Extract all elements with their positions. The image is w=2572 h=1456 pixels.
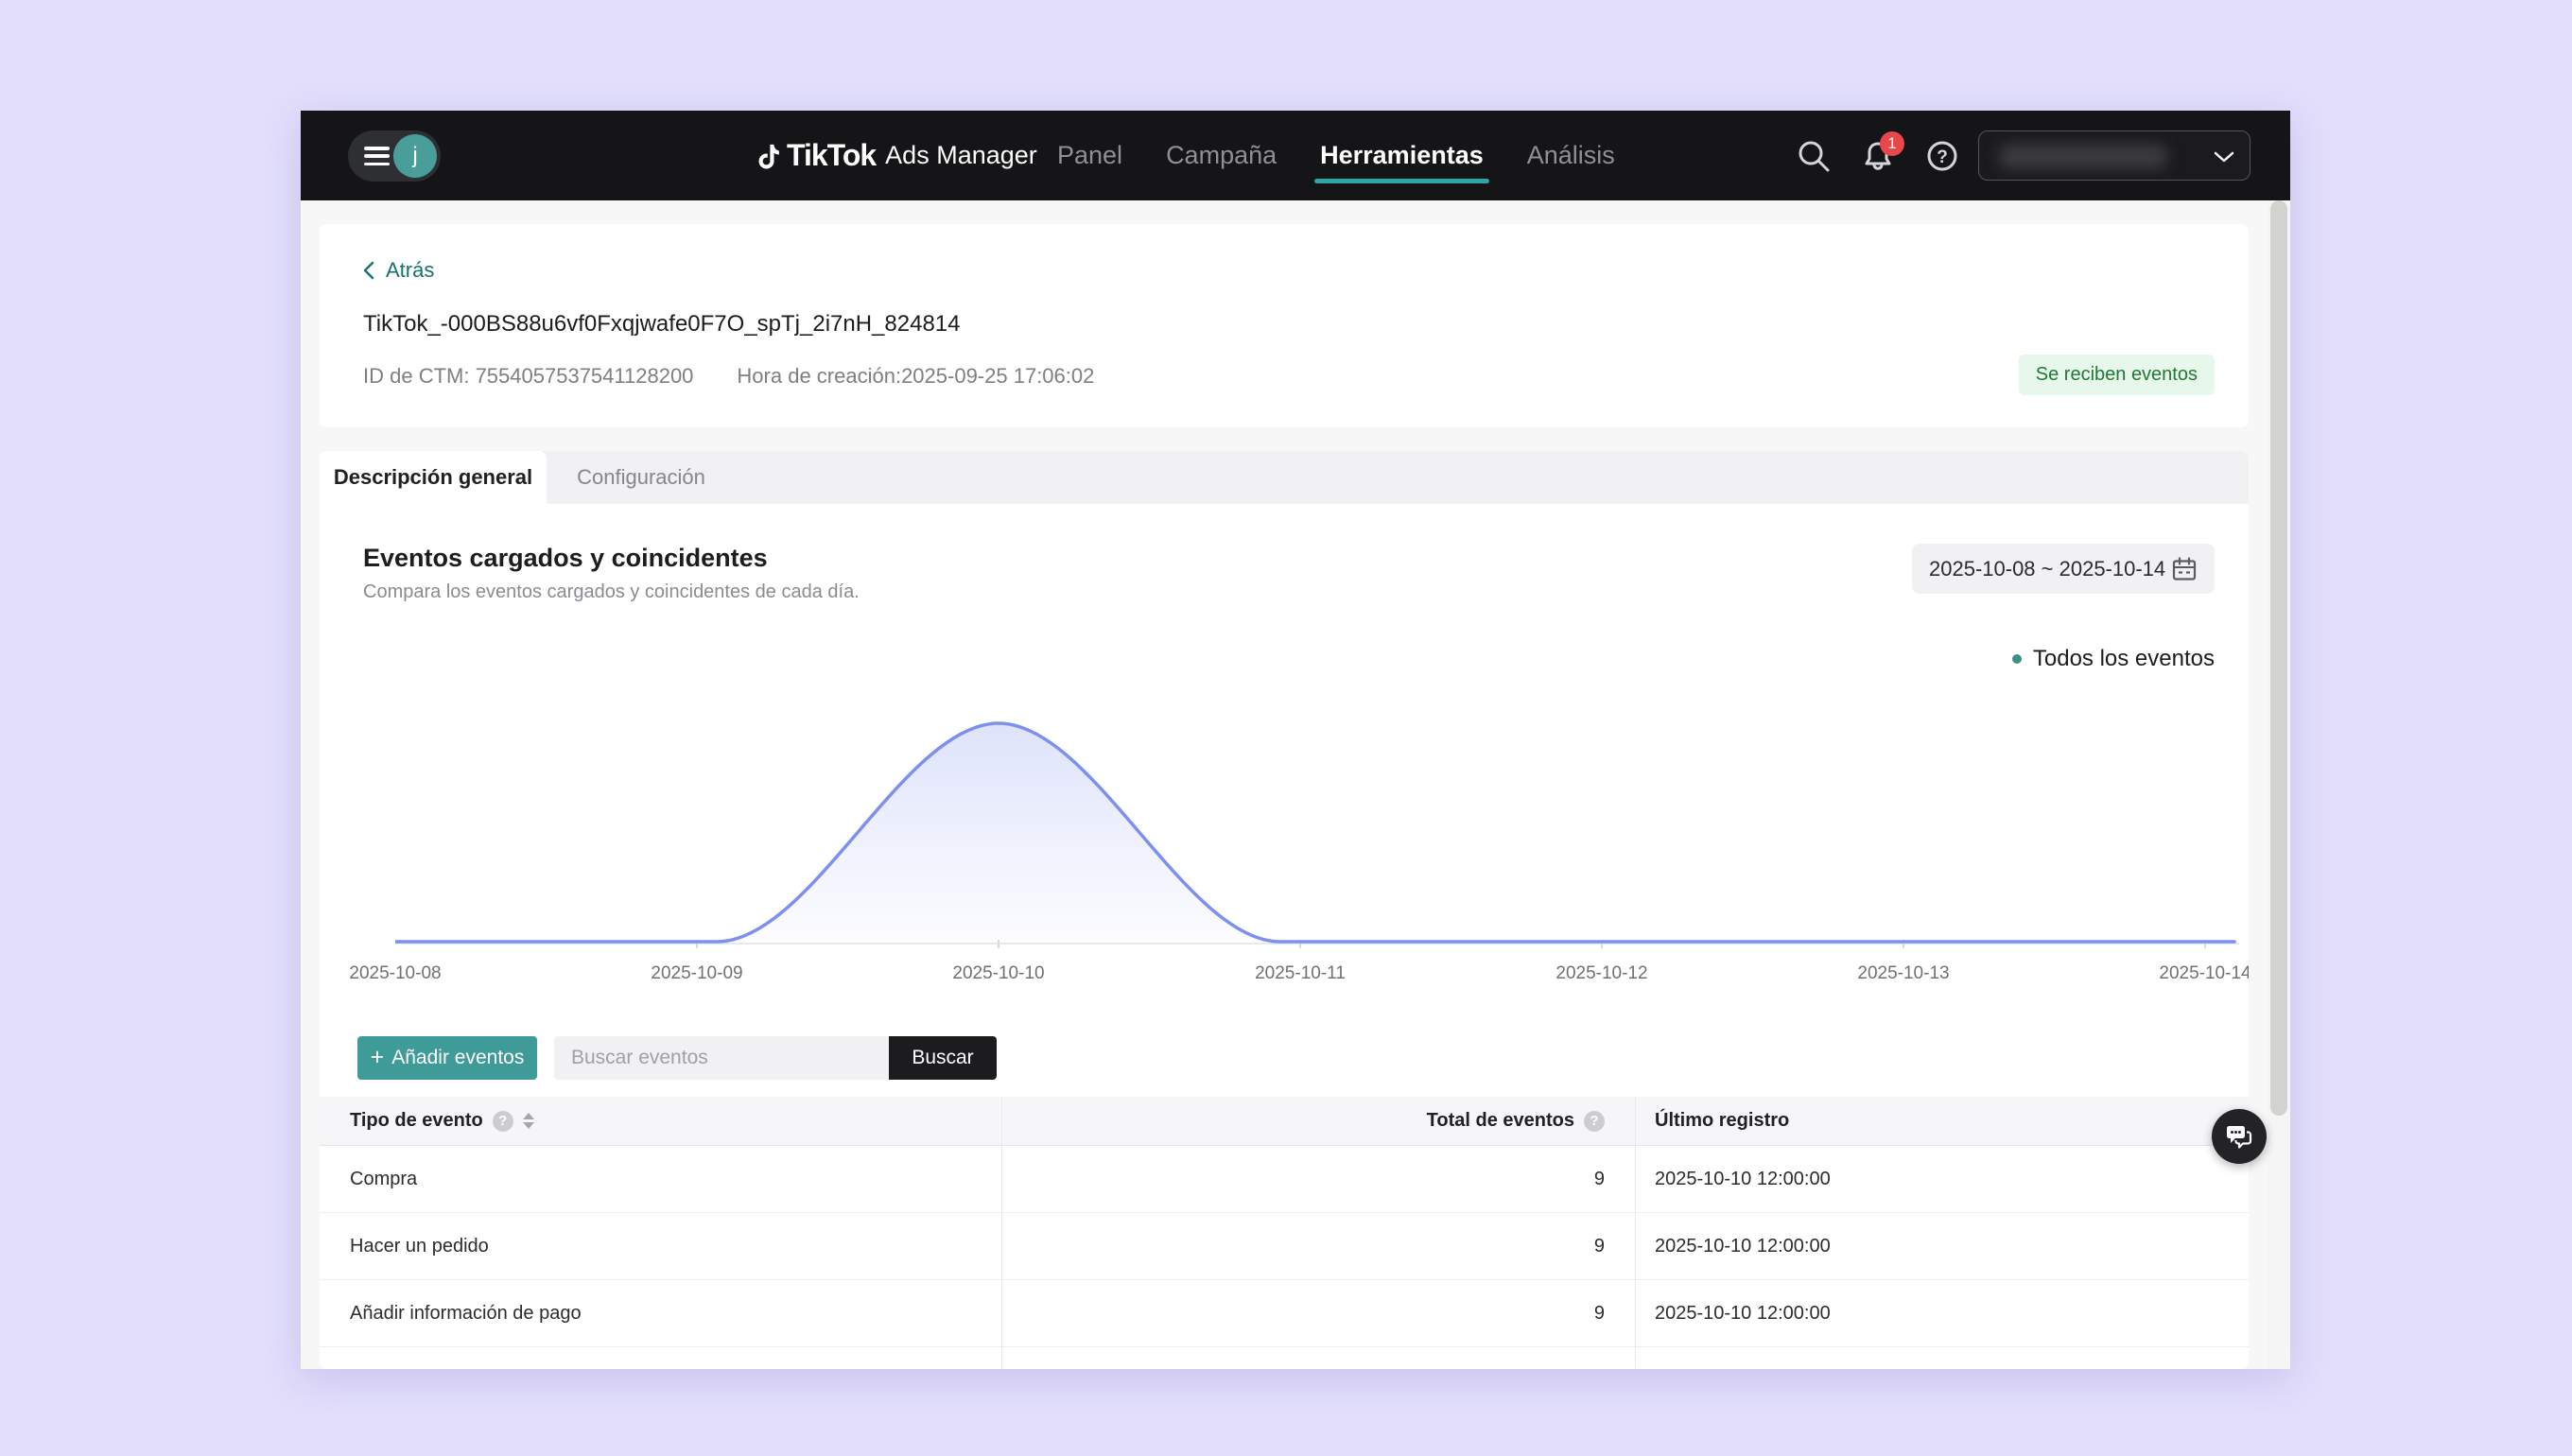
overview-card: Eventos cargados y coincidentes Compara …: [320, 504, 2249, 1369]
event-last-record: 2025-10-10 12:00:00: [1636, 1146, 2249, 1212]
event-total: 9: [1002, 1280, 1636, 1346]
avatar[interactable]: j: [393, 134, 437, 178]
legend-label: Todos los eventos: [2033, 646, 2215, 672]
col-ultimo-registro: Último registro: [1655, 1110, 1789, 1132]
legend-dot: [2012, 654, 2022, 664]
table-header: Tipo de evento ? Total de eventos ? Últi…: [320, 1097, 2249, 1146]
tiktok-ads-manager-logo[interactable]: TikTok Ads Manager: [753, 111, 1037, 200]
event-type: Hacer un pedido: [320, 1213, 1002, 1279]
event-total: 9: [1002, 1213, 1636, 1279]
x-tick-5: 2025-10-13: [1837, 963, 1970, 984]
x-tick-4: 2025-10-12: [1536, 963, 1668, 984]
brand-suffix: Ads Manager: [885, 141, 1037, 170]
main-nav: Panel Campaña Herramientas Análisis: [1057, 111, 1615, 200]
ctm-id: ID de CTM: 7554057537541128200: [363, 364, 693, 389]
hamburger-menu-icon[interactable]: [364, 147, 390, 165]
x-tick-0: 2025-10-08: [329, 963, 461, 984]
chevron-down-icon: [2214, 151, 2234, 163]
events-table: Tipo de evento ? Total de eventos ? Últi…: [320, 1097, 2249, 1369]
chart-legend[interactable]: Todos los eventos: [2012, 646, 2215, 672]
col-total-de-eventos: Total de eventos: [1427, 1110, 1574, 1132]
add-events-button[interactable]: + Añadir eventos: [357, 1036, 537, 1080]
x-tick-1: 2025-10-09: [631, 963, 763, 984]
section-subtitle: Compara los eventos cargados y coinciden…: [363, 581, 860, 603]
support-chat-button[interactable]: [2212, 1109, 2267, 1164]
chevron-left-icon: [363, 261, 374, 280]
event-type: Añadir información de pago: [320, 1280, 1002, 1346]
tab-configuracion[interactable]: Configuración: [547, 451, 736, 504]
help-icon[interactable]: ?: [1584, 1111, 1605, 1132]
calendar-icon: [2171, 556, 2198, 582]
top-navbar: j TikTok Ads Manager Panel Campaña Herra…: [301, 111, 2290, 200]
table-row[interactable]: Añadir información de pago 9 2025-10-10 …: [320, 1280, 2249, 1347]
detail-header-card: Atrás TikTok_-000BS88u6vf0Fxqjwafe0F7O_s…: [320, 224, 2249, 427]
plus-icon: +: [371, 1044, 385, 1071]
search-icon[interactable]: [1797, 139, 1831, 173]
scrollbar-thumb[interactable]: [2270, 200, 2287, 1116]
chat-bubbles-icon: [2224, 1121, 2254, 1152]
events-area-chart: [395, 710, 2249, 956]
nav-analisis[interactable]: Análisis: [1527, 141, 1615, 170]
status-badge: Se reciben eventos: [2019, 355, 2215, 395]
table-row[interactable]: Compra 9 2025-10-10 12:00:00: [320, 1146, 2249, 1213]
date-range-picker[interactable]: 2025-10-08 ~ 2025-10-14: [1912, 544, 2215, 594]
x-tick-3: 2025-10-11: [1234, 963, 1366, 984]
pixel-meta: ID de CTM: 7554057537541128200 Hora de c…: [363, 364, 1094, 389]
vertical-scrollbar[interactable]: [2268, 200, 2290, 1369]
back-link[interactable]: Atrás: [363, 258, 434, 283]
tiktok-note-icon: [753, 139, 783, 173]
x-tick-6: 2025-10-14: [2139, 963, 2249, 984]
series-line: [395, 723, 2234, 942]
event-last-record: 2025-10-10 12:00:00: [1636, 1280, 2249, 1346]
nav-panel[interactable]: Panel: [1057, 141, 1122, 170]
notifications-bell-icon[interactable]: 1: [1861, 139, 1895, 173]
detail-tabs: Descripción general Configuración: [320, 451, 2249, 504]
creation-time: Hora de creación:2025-09-25 17:06:02: [737, 364, 1094, 389]
nav-campana[interactable]: Campaña: [1166, 141, 1277, 170]
event-last-record: 2025-10-10 12:00:00: [1636, 1213, 2249, 1279]
date-range-value: 2025-10-08 ~ 2025-10-14: [1929, 557, 2165, 581]
help-icon[interactable]: ?: [493, 1111, 513, 1132]
brand-name: TikTok: [787, 138, 876, 173]
account-dropdown[interactable]: [1978, 130, 2250, 181]
pixel-title: TikTok_-000BS88u6vf0Fxqjwafe0F7O_spTj_2i…: [363, 311, 961, 338]
x-tick-2: 2025-10-10: [932, 963, 1065, 984]
notification-badge: 1: [1880, 131, 1904, 156]
help-icon[interactable]: ?: [1925, 139, 1959, 173]
sort-icon[interactable]: [523, 1113, 534, 1129]
search-input[interactable]: [554, 1036, 889, 1080]
browser-window: j TikTok Ads Manager Panel Campaña Herra…: [301, 111, 2290, 1369]
section-title: Eventos cargados y coincidentes: [363, 544, 768, 573]
area-fill: [395, 723, 2234, 944]
table-row-partial: [320, 1347, 2249, 1369]
svg-text:?: ?: [1937, 147, 1948, 167]
event-total: 9: [1002, 1146, 1636, 1212]
nav-herramientas[interactable]: Herramientas: [1320, 141, 1484, 170]
event-type: Compra: [320, 1146, 1002, 1212]
account-name-blurred: [1998, 144, 2168, 169]
add-events-label: Añadir eventos: [391, 1047, 524, 1069]
back-label: Atrás: [386, 258, 434, 283]
search-button[interactable]: Buscar: [889, 1036, 997, 1080]
menu-avatar-pill[interactable]: j: [348, 130, 441, 182]
navbar-icons: 1 ?: [1797, 111, 1959, 200]
table-row[interactable]: Hacer un pedido 9 2025-10-10 12:00:00: [320, 1213, 2249, 1280]
col-tipo-de-evento: Tipo de evento: [350, 1110, 483, 1132]
tab-descripcion-general[interactable]: Descripción general: [320, 451, 547, 504]
